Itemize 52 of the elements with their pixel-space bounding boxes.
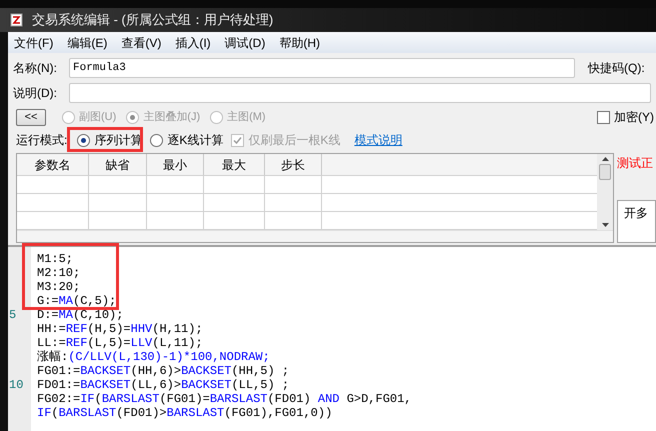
app-icon: [10, 13, 24, 27]
code-line: IF(BARSLAST(FD01)>BARSLAST(FG01),FG01,0)): [37, 406, 334, 420]
vertical-scrollbar[interactable]: [597, 154, 613, 230]
menu-item[interactable]: 文件(F): [14, 34, 54, 52]
line-number: 5: [9, 308, 16, 322]
menu-item[interactable]: 插入(I): [175, 34, 211, 52]
collapse-button[interactable]: <<: [16, 108, 46, 126]
code-line: 涨幅:(C/LLV(L,130)-1)*100,NODRAW;: [37, 350, 271, 364]
radio-label: 序列计算: [94, 132, 142, 149]
column-header[interactable]: 最大: [204, 154, 265, 175]
description-input[interactable]: [69, 83, 651, 103]
menu-item[interactable]: 调试(D): [224, 34, 266, 52]
checkbox-label: 仅刷最后一根K线: [248, 132, 340, 149]
test-status-text: 测试正: [617, 155, 654, 172]
code-line: D:=MA(C,10);: [37, 308, 124, 322]
field-label: 快捷码(Q):: [588, 60, 645, 77]
checkbox-label: 加密(Y): [614, 109, 654, 126]
menu-item[interactable]: 帮助(H): [279, 34, 320, 52]
checkbox[interactable]: [597, 110, 610, 124]
run-mode-label: 运行模式:: [16, 132, 68, 149]
line-number: 10: [9, 378, 24, 392]
radio-button[interactable]: [150, 134, 164, 146]
code-line: M2:10;: [37, 266, 82, 280]
name-input[interactable]: Formula3: [69, 58, 575, 78]
signal-box: 开多: [617, 200, 656, 243]
radio-label: 逐K线计算: [167, 132, 224, 149]
scroll-down-icon[interactable]: [602, 223, 608, 227]
code-line: FG02:=IF(BARSLAST(FG01)=BARSLAST(FD01) AND G>D,FG01,: [37, 392, 413, 406]
code-line: HH:=REF(H,5)=HHV(H,11);: [37, 322, 204, 336]
column-header[interactable]: 缺省: [89, 154, 147, 175]
horizontal-scrollbar[interactable]: [17, 230, 613, 242]
code-line: G:=MA(C,5);: [37, 294, 118, 308]
field-label: 说明(D):: [13, 85, 58, 102]
mode-help-link[interactable]: 模式说明: [354, 131, 402, 149]
code-line: M3:20;: [37, 280, 82, 294]
column-header[interactable]: 参数名: [17, 154, 89, 175]
code-line: M1:5;: [37, 252, 74, 266]
radio-label: 主图(M): [227, 110, 266, 125]
code-line: FD01:=BACKSET(LL,6)>BACKSET(LL,5) ;: [37, 378, 290, 392]
scroll-thumb[interactable]: [599, 164, 611, 180]
code-line: LL:=REF(L,5)=LLV(L,11);: [37, 336, 204, 350]
column-header[interactable]: 步长: [265, 154, 322, 175]
column-header[interactable]: 最小: [147, 154, 204, 175]
code-line: FG01:=BACKSET(HH,6)>BACKSET(HH,5) ;: [37, 364, 290, 378]
radio-label: 副图(U): [79, 110, 116, 125]
window-title: 交易系统编辑 - (所属公式组：用户待处理): [32, 11, 274, 30]
scroll-up-icon[interactable]: [602, 157, 608, 161]
radio-label: 主图叠加(J): [143, 110, 200, 125]
radio-button[interactable]: [77, 134, 90, 146]
field-label: 名称(N):: [13, 60, 58, 77]
menu-item[interactable]: 查看(V): [121, 34, 162, 52]
menu-item[interactable]: 编辑(E): [67, 34, 108, 52]
